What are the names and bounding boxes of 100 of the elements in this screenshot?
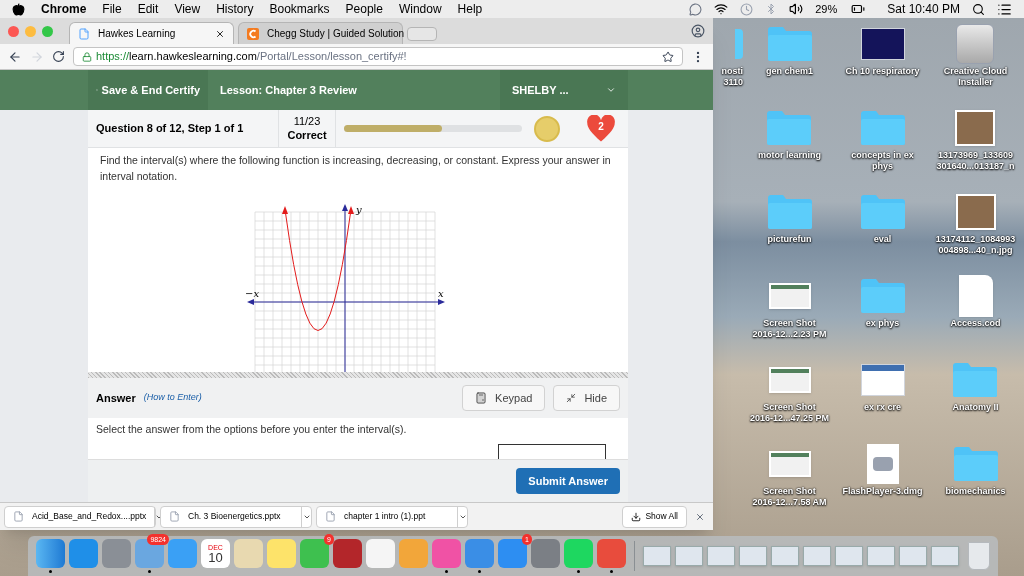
screenshot-thumbnail <box>768 283 811 309</box>
folder-icon <box>952 362 999 398</box>
window-thumbnail[interactable] <box>707 546 735 566</box>
download-icon <box>631 511 642 522</box>
clock-icon[interactable] <box>740 2 754 16</box>
answer-field[interactable] <box>498 444 606 459</box>
app-icon[interactable] <box>135 539 164 568</box>
lives-heart: 2 <box>586 114 616 143</box>
minimize-button[interactable] <box>25 25 36 37</box>
menu-item[interactable]: Edit <box>137 0 159 18</box>
coin-icon <box>534 115 560 142</box>
app-menu[interactable]: Chrome <box>41 0 87 18</box>
download-item[interactable]: Ch. 3 Bioenergetics.pptx <box>160 505 312 528</box>
menu-item[interactable]: Help <box>457 0 483 18</box>
search-icon[interactable] <box>972 2 985 16</box>
clock-text[interactable]: Sat 10:40 PM <box>887 0 960 18</box>
reload-icon[interactable] <box>52 50 65 63</box>
screenshot-thumbnail <box>768 367 811 393</box>
question-title: Question 8 of 12, Step 1 of 1 <box>95 121 245 137</box>
app-icon[interactable] <box>531 539 560 568</box>
submit-button[interactable]: Submit Answer <box>516 468 620 494</box>
address-field[interactable]: https://learn.hawkeslearning.com/Portal/Lesson/lesson_certify#! <box>73 47 683 66</box>
user-menu[interactable]: SHELBY ... <box>500 70 628 110</box>
apple-icon[interactable] <box>12 2 25 16</box>
screenshot-thumbnail <box>768 451 811 477</box>
file-icon <box>169 511 180 522</box>
menu-item[interactable]: View <box>174 0 201 18</box>
trash-icon[interactable] <box>968 542 990 570</box>
download-item[interactable]: chapter 1 intro (1).ppt <box>316 505 468 528</box>
collapse-icon <box>566 393 577 403</box>
window-thumbnail[interactable] <box>867 546 895 566</box>
chat-bubble-icon[interactable] <box>689 2 703 16</box>
app-icon[interactable] <box>69 539 98 568</box>
app-icon[interactable] <box>597 539 626 568</box>
app-icon[interactable] <box>168 539 197 568</box>
battery-percent: 29% <box>815 1 838 17</box>
menu-item[interactable]: People <box>345 0 383 18</box>
browser-tab[interactable]: Hawkes Learning <box>69 22 234 44</box>
app-icon[interactable] <box>432 539 461 568</box>
hide-button[interactable]: Hide <box>553 385 620 411</box>
keypad-button[interactable]: Keypad <box>462 385 546 411</box>
save-end-button[interactable]: Save & End Certify <box>88 70 208 110</box>
tab-title: Chegg Study | Guided Solution <box>267 27 405 41</box>
wifi-icon[interactable] <box>714 2 729 16</box>
file-name: Acid_Base_and_Redox....pptx <box>32 510 147 523</box>
desktop-icon-label[interactable]: eval <box>873 234 892 245</box>
how-to-enter-link[interactable]: (How to Enter) <box>143 391 202 405</box>
lesson-title: Lesson: Chapter 3 Review <box>219 82 358 98</box>
menu-item[interactable]: History <box>216 0 254 18</box>
window-thumbnail[interactable] <box>835 546 863 566</box>
desktop-icon-label[interactable]: 13174112_1084993 004898...40_n.jpg <box>935 234 1016 256</box>
menu-item[interactable]: Window <box>398 0 442 18</box>
app-icon[interactable] <box>333 539 362 568</box>
browser-tab[interactable]: Chegg Study | Guided Solution <box>238 22 403 44</box>
show-all-button[interactable]: Show All <box>622 505 687 528</box>
profile-icon[interactable] <box>691 24 705 38</box>
forward-icon[interactable] <box>30 49 44 64</box>
document-thumbnail <box>860 364 905 396</box>
axis-label: −x <box>245 288 260 299</box>
caret-icon <box>606 85 616 95</box>
app-icon[interactable] <box>102 539 131 568</box>
page-icon <box>78 27 90 40</box>
back-icon[interactable] <box>8 49 22 64</box>
close-icon[interactable] <box>215 28 225 39</box>
axis-label: y <box>356 204 362 215</box>
window-thumbnail[interactable] <box>803 546 831 566</box>
file-icon <box>325 511 336 522</box>
file-menu-button[interactable] <box>457 506 467 527</box>
desktop-icon-label[interactable]: picturefun <box>767 234 812 245</box>
volume-icon[interactable] <box>789 2 804 16</box>
app-icon[interactable] <box>498 539 527 568</box>
app-icon[interactable] <box>267 539 296 568</box>
app-icon[interactable] <box>234 539 263 568</box>
window-thumbnail[interactable] <box>739 546 767 566</box>
app-icon[interactable] <box>366 539 395 568</box>
menu-item[interactable]: Bookmarks <box>269 0 330 18</box>
answer-title: Answer <box>96 390 136 406</box>
url-text: https://learn.hawkeslearning.com/Portal/Lesson/lesson_certify#! <box>96 49 407 65</box>
axis-label: x <box>438 288 444 299</box>
new-tab-button[interactable] <box>407 27 437 41</box>
app-icon[interactable] <box>465 539 494 568</box>
app-icon[interactable] <box>300 539 329 568</box>
calculator-icon <box>475 392 488 404</box>
file-menu-button[interactable] <box>301 506 311 527</box>
answer-instruction: Select the answer from the options before you enter the interval(s). <box>96 422 408 437</box>
window-thumbnail[interactable] <box>675 546 703 566</box>
menu-icon[interactable] <box>997 1 1012 17</box>
maximize-button[interactable] <box>42 25 53 37</box>
window-thumbnail[interactable] <box>771 546 799 566</box>
question-prompt: Find the interval(s) where the following function is increasing, decreasing, or constant. Express your answer in interval notation. <box>100 153 612 184</box>
close-button[interactable] <box>8 25 19 37</box>
window-thumbnail[interactable] <box>899 546 927 566</box>
window-thumbnail[interactable] <box>931 546 959 566</box>
window-thumbnail[interactable] <box>643 546 671 566</box>
app-icon[interactable] <box>36 539 65 568</box>
star-icon[interactable] <box>662 50 674 63</box>
menu-item[interactable]: File <box>102 0 122 18</box>
file-icon <box>958 275 993 317</box>
folder-icon <box>766 110 813 146</box>
lock-icon <box>82 51 92 62</box>
